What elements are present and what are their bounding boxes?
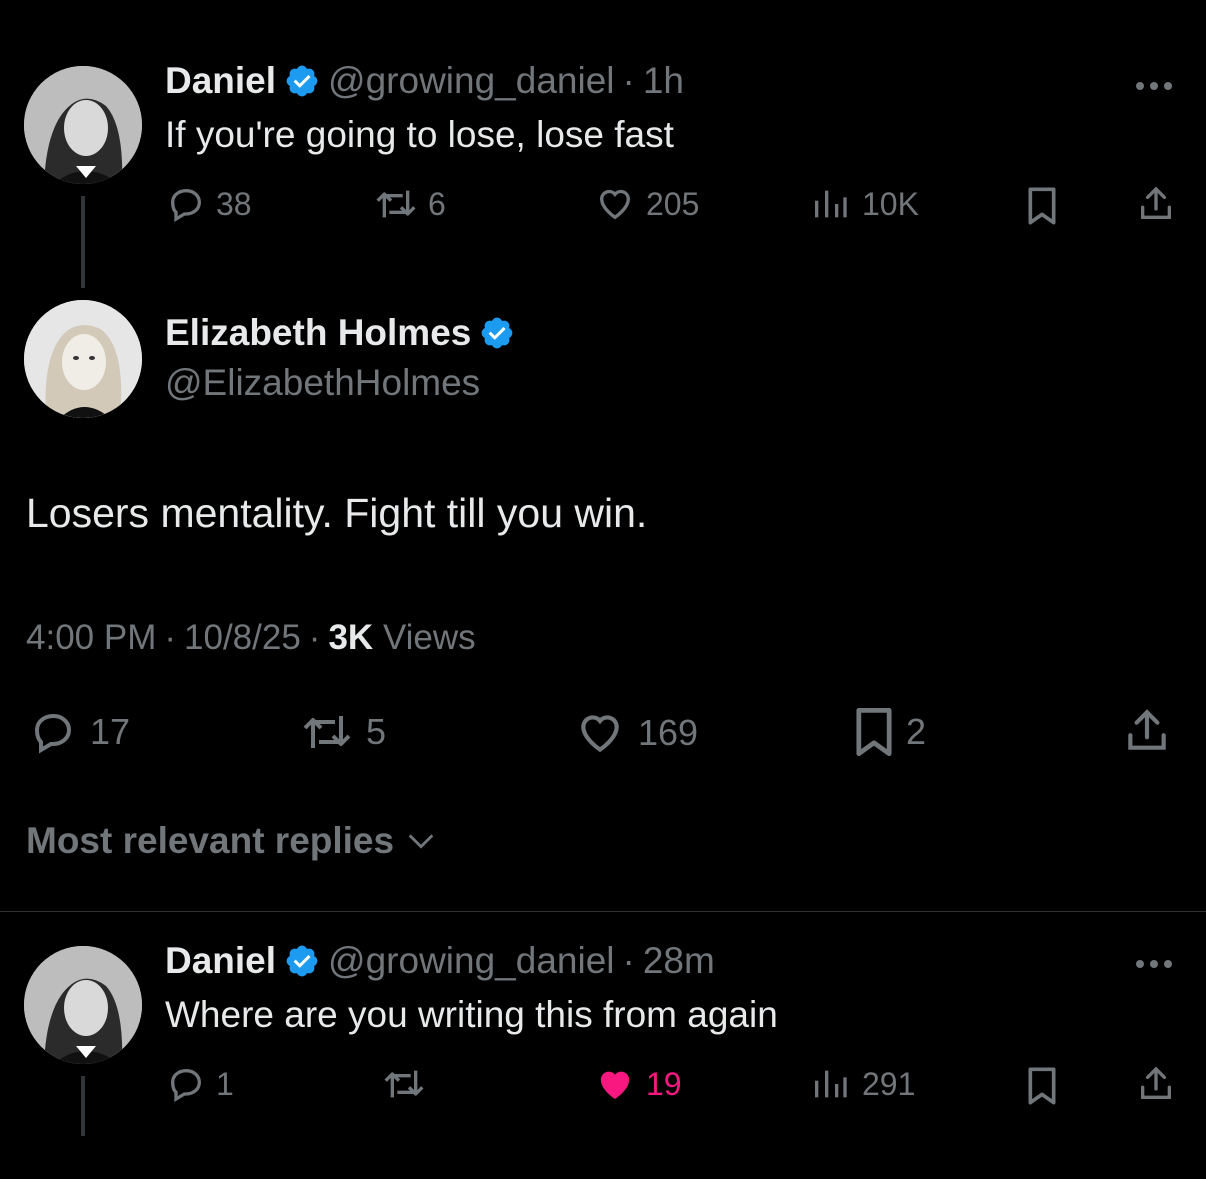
reply-icon — [34, 713, 72, 754]
views-chart-icon — [815, 1070, 847, 1098]
tweet-meta: 4:00 PM · 10/8/25 · 3K Views — [26, 618, 476, 658]
reply-count: 17 — [90, 711, 131, 752]
avatar-daniel[interactable] — [24, 66, 142, 184]
heart-icon — [581, 715, 619, 753]
views-summary[interactable]: 3K Views — [328, 618, 475, 658]
tweet-header: Daniel @growing_daniel · 1h — [165, 60, 684, 102]
like-button[interactable]: 205 — [594, 184, 699, 224]
share-icon — [1141, 186, 1171, 219]
separator-dot: · — [622, 60, 635, 101]
share-button[interactable] — [1122, 706, 1172, 756]
display-name[interactable]: Elizabeth Holmes — [165, 312, 471, 354]
repost-icon — [303, 716, 351, 748]
like-button[interactable]: 19 — [594, 1064, 682, 1104]
thread-line — [81, 196, 85, 288]
views-button[interactable]: 10K — [808, 184, 919, 224]
handle[interactable]: @growing_daniel — [328, 940, 614, 982]
bookmark-count: 2 — [906, 711, 927, 752]
display-name[interactable]: Daniel — [165, 60, 276, 102]
views-label: Views — [382, 618, 476, 657]
handle[interactable]: @growing_daniel — [328, 60, 614, 102]
bookmark-icon — [1028, 1067, 1056, 1105]
separator-dot: · — [622, 940, 635, 981]
views-chart-icon — [815, 190, 847, 218]
repost-button[interactable]: 5 — [298, 708, 386, 756]
views-count: 291 — [862, 1065, 916, 1102]
verified-badge-icon — [286, 945, 318, 977]
repost-icon — [376, 190, 416, 218]
reply-header: Daniel @growing_daniel · 28m — [165, 940, 715, 982]
repost-button[interactable]: 6 — [374, 184, 446, 224]
share-button[interactable] — [1136, 184, 1176, 224]
bookmark-button[interactable] — [1024, 1066, 1060, 1106]
reply-icon — [170, 1068, 202, 1102]
post-time[interactable]: 4:00 PM — [26, 618, 156, 658]
replies-sort-label: Most relevant replies — [26, 820, 395, 861]
heart-filled-icon — [600, 1071, 630, 1099]
verified-badge-icon — [286, 65, 318, 97]
main-tweet-text: Losers mentality. Fight till you win. — [26, 490, 648, 536]
timestamp[interactable]: 1h — [643, 60, 684, 102]
separator-dot: · — [164, 618, 177, 657]
reply-button[interactable]: 1 — [166, 1064, 234, 1104]
views-count: 10K — [862, 185, 919, 222]
reply-button[interactable]: 38 — [166, 184, 252, 224]
like-count: 19 — [646, 1065, 682, 1102]
share-icon — [1128, 709, 1166, 750]
bookmark-icon — [856, 707, 892, 757]
repost-icon — [384, 1070, 424, 1098]
like-count: 205 — [646, 185, 700, 222]
chevron-down-icon — [408, 834, 434, 849]
views-count: 3K — [328, 618, 374, 657]
verified-badge-icon — [481, 317, 513, 349]
avatar-daniel[interactable] — [24, 946, 142, 1064]
share-button[interactable] — [1136, 1064, 1176, 1104]
bookmark-icon — [1028, 187, 1056, 225]
reply-count: 38 — [216, 185, 252, 222]
more-options-icon[interactable] — [1136, 960, 1172, 968]
avatar-elizabeth[interactable] — [24, 300, 142, 418]
like-button[interactable]: 169 — [572, 708, 698, 758]
tweet-text: If you're going to lose, lose fast — [165, 114, 674, 155]
main-header: Elizabeth Holmes — [165, 312, 515, 354]
repost-count: 5 — [366, 711, 387, 752]
replies-sort-dropdown[interactable]: Most relevant replies — [26, 820, 438, 862]
more-options-icon[interactable] — [1136, 82, 1172, 90]
thread-line — [81, 1076, 85, 1136]
views-button[interactable]: 291 — [808, 1064, 915, 1104]
heart-icon — [599, 189, 631, 220]
repost-count: 6 — [428, 185, 446, 222]
timestamp[interactable]: 28m — [643, 940, 715, 982]
bookmark-button[interactable] — [1024, 186, 1060, 226]
tweet-text: Where are you writing this from again — [165, 994, 778, 1035]
like-count: 169 — [638, 712, 699, 753]
post-date[interactable]: 10/8/25 — [184, 618, 301, 658]
reply-count: 1 — [216, 1065, 234, 1102]
reply-button[interactable]: 17 — [26, 708, 130, 756]
reply-icon — [170, 188, 202, 222]
repost-button[interactable] — [382, 1064, 426, 1104]
handle[interactable]: @ElizabethHolmes — [165, 362, 480, 404]
display-name[interactable]: Daniel — [165, 940, 276, 982]
bookmark-button[interactable]: 2 — [852, 706, 926, 758]
share-icon — [1141, 1066, 1171, 1099]
divider — [0, 911, 1206, 912]
separator-dot: · — [308, 618, 321, 657]
